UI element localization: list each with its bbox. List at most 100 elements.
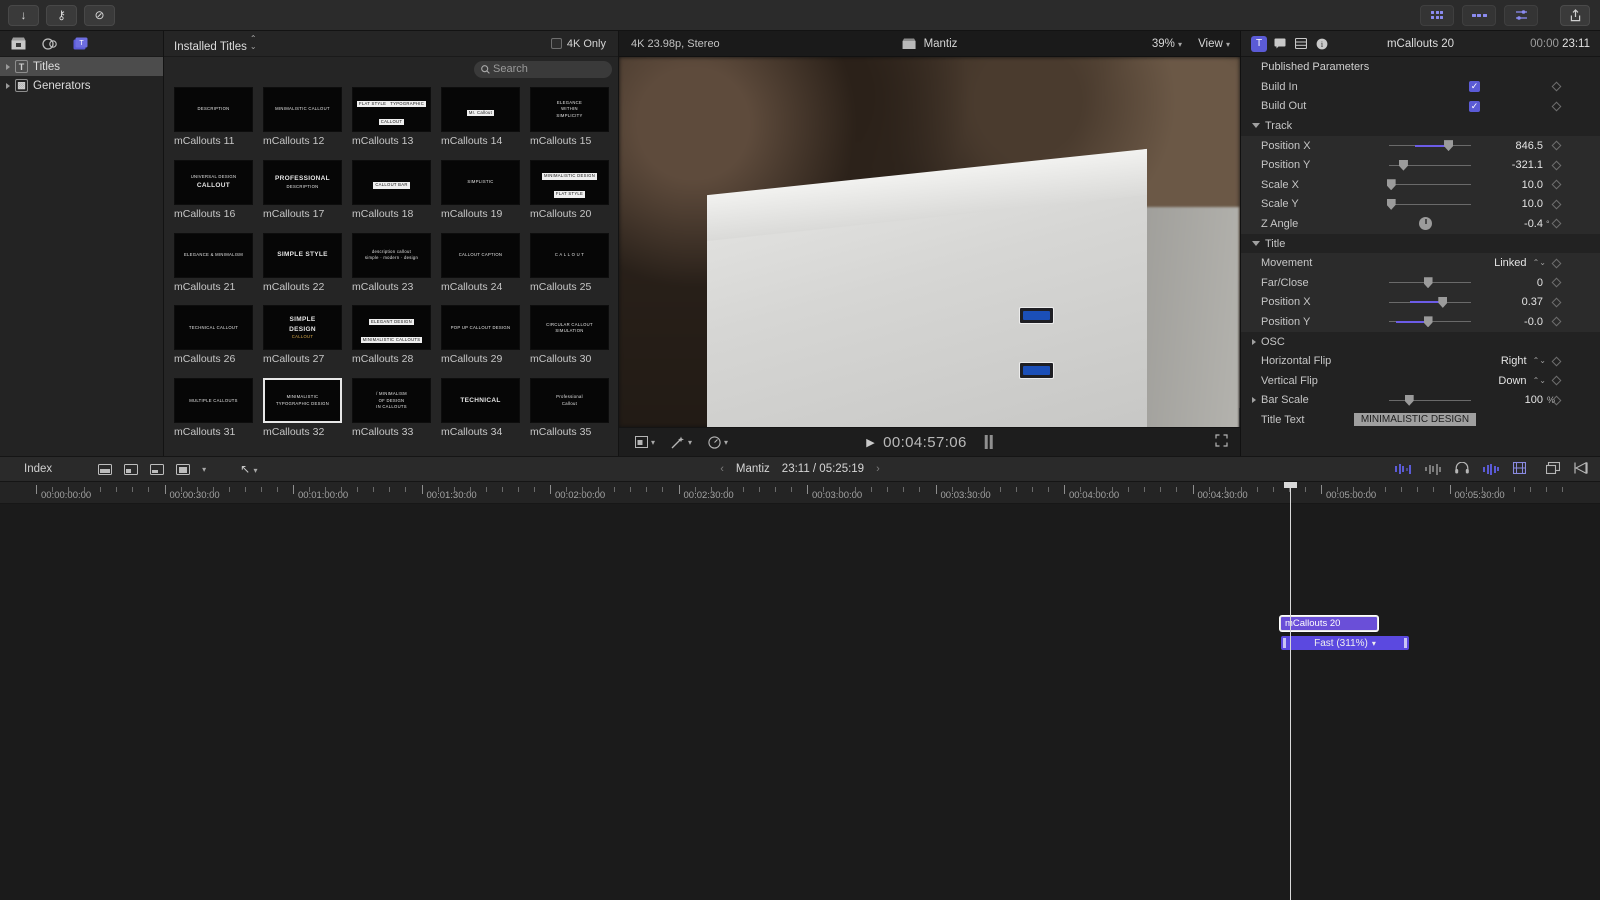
inspector-param-row[interactable]: Track	[1241, 116, 1600, 136]
title-thumbnail[interactable]: CIRCULAR CALLOUTSIMULATION	[530, 305, 609, 350]
title-browser-item[interactable]: SIMPLEDESIGNCALLOUTmCallouts 27	[263, 305, 342, 372]
title-thumbnail[interactable]: PROFESSIONALDESCRIPTION	[263, 160, 342, 205]
title-browser-item[interactable]: C A L L O U TmCallouts 25	[530, 233, 609, 300]
title-thumbnail[interactable]: POP UP CALLOUT DESIGN	[441, 305, 520, 350]
keyframe-button[interactable]	[1552, 317, 1562, 327]
param-value[interactable]: 10.0	[1485, 179, 1543, 191]
param-slider[interactable]	[1389, 180, 1471, 190]
chevron-down-icon[interactable]: ▾	[1372, 639, 1376, 648]
viewer-display-options[interactable]: ▾	[635, 436, 655, 448]
clip-appearance-icon[interactable]	[1395, 464, 1411, 474]
disclosure-open-icon[interactable]	[1252, 241, 1260, 246]
browser-toggle-button[interactable]	[1420, 5, 1454, 26]
info-inspector-tab[interactable]: i	[1314, 36, 1330, 52]
title-thumbnail[interactable]: SIMPLEDESIGNCALLOUT	[263, 305, 342, 350]
inspector-param-row[interactable]: Position X846.5	[1241, 136, 1600, 156]
title-browser-item[interactable]: SIMPLE STYLEmCallouts 22	[263, 233, 342, 300]
slider-knob[interactable]	[1438, 297, 1447, 308]
timeline-ruler[interactable]: 00:00:00:0000:00:30:0000:01:00:0000:01:3…	[0, 482, 1600, 504]
previous-project-arrow[interactable]: ‹	[720, 463, 724, 475]
4k-only-toggle[interactable]: 4K Only	[551, 38, 606, 50]
close-timeline-icon[interactable]	[1574, 462, 1588, 477]
title-browser-item[interactable]: MINIMALISTIC DESIGNFLAT STYLEmCallouts 2…	[530, 160, 609, 227]
share-button[interactable]	[1560, 5, 1590, 26]
playhead[interactable]	[1290, 482, 1291, 900]
inspector-param-row[interactable]: Build In✓	[1241, 77, 1600, 97]
title-thumbnail[interactable]: Mr. Callout	[441, 87, 520, 132]
viewer-canvas[interactable]	[619, 57, 1240, 427]
keyframe-button[interactable]	[1552, 141, 1562, 151]
inspector-param-row[interactable]: Vertical FlipDown ⌃⌄	[1241, 371, 1600, 391]
keyframe-button[interactable]	[1552, 82, 1562, 92]
title-thumbnail[interactable]: MINIMALISTICTYPOGRAPHIC DESIGN	[263, 378, 342, 423]
library-icon[interactable]	[10, 36, 27, 52]
keyword-button[interactable]: ⚷	[46, 5, 77, 26]
title-thumbnail[interactable]: FLAT STYLETYPOGRAPHICCALLOUT	[352, 87, 431, 132]
inspector-param-row[interactable]: MovementLinked ⌃⌄	[1241, 253, 1600, 273]
slider-knob[interactable]	[1399, 160, 1408, 171]
disclosure-closed-icon[interactable]	[1252, 397, 1256, 403]
title-thumbnail[interactable]: MINIMALISTIC CALLOUT	[263, 87, 342, 132]
inspector-param-row[interactable]: Scale Y10.0	[1241, 195, 1600, 215]
title-thumbnail[interactable]: MINIMALISTIC DESIGNFLAT STYLE	[530, 160, 609, 205]
title-browser-item[interactable]: PROFESSIONALDESCRIPTIONmCallouts 17	[263, 160, 342, 227]
param-value[interactable]: -0.0	[1485, 316, 1543, 328]
audio-meters-icon[interactable]	[1425, 464, 1441, 475]
sidebar-item-generators[interactable]: ▩ Generators	[0, 76, 163, 95]
param-value[interactable]: 0	[1485, 277, 1543, 289]
inspector-param-row[interactable]: Build Out✓	[1241, 97, 1600, 117]
inspector-param-row[interactable]: Position X0.37	[1241, 293, 1600, 313]
title-thumbnail[interactable]: TECHNICAL	[441, 378, 520, 423]
title-thumbnail[interactable]: ELEGANT DESIGNMINIMALISTIC CALLOUTS	[352, 305, 431, 350]
param-dropdown[interactable]: Linked ⌃⌄	[1456, 257, 1546, 269]
title-thumbnail[interactable]: CALLOUT BAR	[352, 160, 431, 205]
slider-knob[interactable]	[1424, 316, 1433, 327]
inspector-param-row[interactable]: Far/Close0	[1241, 273, 1600, 293]
title-thumbnail[interactable]: UNIVERSAL DESIGNCALLOUT	[174, 160, 253, 205]
title-browser-item[interactable]: ELEGANCEWITHINSIMPLICITYmCallouts 15	[530, 87, 609, 154]
text-inspector-tab[interactable]: T	[1251, 36, 1267, 52]
fullscreen-button[interactable]	[1215, 434, 1228, 450]
param-value[interactable]: 100	[1485, 394, 1543, 406]
disclosure-closed-icon[interactable]	[1252, 339, 1256, 345]
headphones-icon[interactable]	[1455, 462, 1469, 477]
viewer-enhance-menu[interactable]: ▾	[671, 436, 692, 449]
param-slider[interactable]	[1389, 141, 1471, 151]
disclosure-triangle-icon[interactable]	[6, 83, 10, 89]
retime-handle-left[interactable]	[1283, 638, 1286, 648]
title-browser-item[interactable]: CALLOUT CAPTIONmCallouts 24	[441, 233, 520, 300]
param-value[interactable]: -0.4	[1485, 218, 1543, 230]
param-slider[interactable]	[1389, 297, 1471, 307]
sidebar-item-titles[interactable]: T Titles	[0, 57, 163, 76]
title-browser-item[interactable]: ELEGANT DESIGNMINIMALISTIC CALLOUTSmCall…	[352, 305, 431, 372]
disclosure-triangle-icon[interactable]	[6, 64, 10, 70]
search-input[interactable]: Search	[474, 61, 612, 78]
browser-title[interactable]: Installed Titles⌃⌄	[174, 35, 257, 53]
inspector-param-row[interactable]: Title	[1241, 234, 1600, 254]
param-value[interactable]: -321.1	[1485, 159, 1543, 171]
viewer-retime-menu[interactable]: ▾	[708, 436, 728, 449]
index-button[interactable]: Index	[24, 463, 52, 475]
title-thumbnail[interactable]: ELEGANCE & MINIMALISM	[174, 233, 253, 278]
title-browser-item[interactable]: MULTIPLE CALLOUTSmCallouts 31	[174, 378, 253, 445]
effects-icon[interactable]	[41, 36, 58, 52]
appearance-icon-4[interactable]	[176, 464, 190, 475]
title-thumbnail[interactable]: MULTIPLE CALLOUTS	[174, 378, 253, 423]
title-browser-item[interactable]: description calloutsimple · modern · des…	[352, 233, 431, 300]
slider-knob[interactable]	[1405, 395, 1414, 406]
window-arrange-icon[interactable]	[1546, 462, 1560, 477]
param-slider[interactable]	[1389, 317, 1471, 327]
title-browser-item[interactable]: CIRCULAR CALLOUTSIMULATIONmCallouts 30	[530, 305, 609, 372]
title-thumbnail[interactable]: CALLOUT CAPTION	[441, 233, 520, 278]
appearance-icon-3[interactable]	[150, 464, 164, 475]
title-thumbnail[interactable]: SIMPLISTIC	[441, 160, 520, 205]
playhead-handle[interactable]	[1284, 482, 1297, 488]
title-browser-item[interactable]: ELEGANCE & MINIMALISMmCallouts 21	[174, 233, 253, 300]
inspector-param-row[interactable]: Position Y-321.1	[1241, 155, 1600, 175]
inspector-param-row[interactable]: Scale X10.0	[1241, 175, 1600, 195]
slider-knob[interactable]	[1444, 140, 1453, 151]
title-browser-item[interactable]: Mr. CalloutmCallouts 14	[441, 87, 520, 154]
title-thumbnail[interactable]: ELEGANCEWITHINSIMPLICITY	[530, 87, 609, 132]
keyframe-button[interactable]	[1552, 160, 1562, 170]
tool-selector[interactable]: ↖ ▾	[240, 462, 257, 476]
